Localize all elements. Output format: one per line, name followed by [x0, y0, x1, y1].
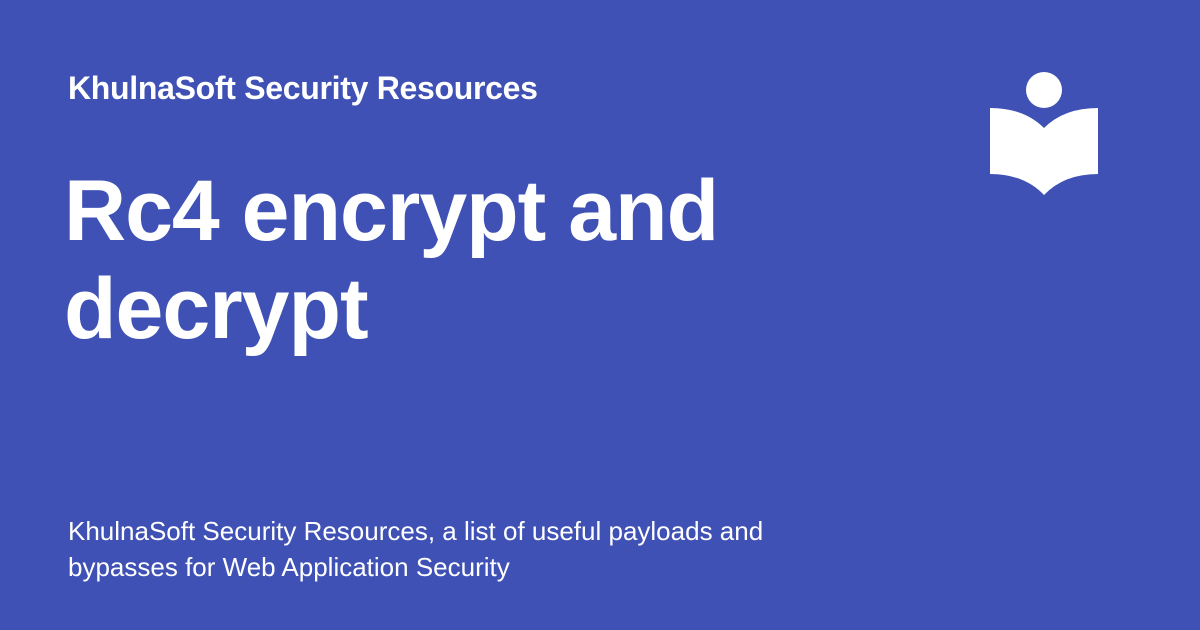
page-description: KhulnaSoft Security Resources, a list of…: [68, 516, 764, 582]
book-reader-icon: [990, 72, 1098, 195]
site-name: KhulnaSoft Security Resources: [68, 70, 538, 106]
page-title: Rc4 encrypt and decrypt: [64, 163, 719, 357]
